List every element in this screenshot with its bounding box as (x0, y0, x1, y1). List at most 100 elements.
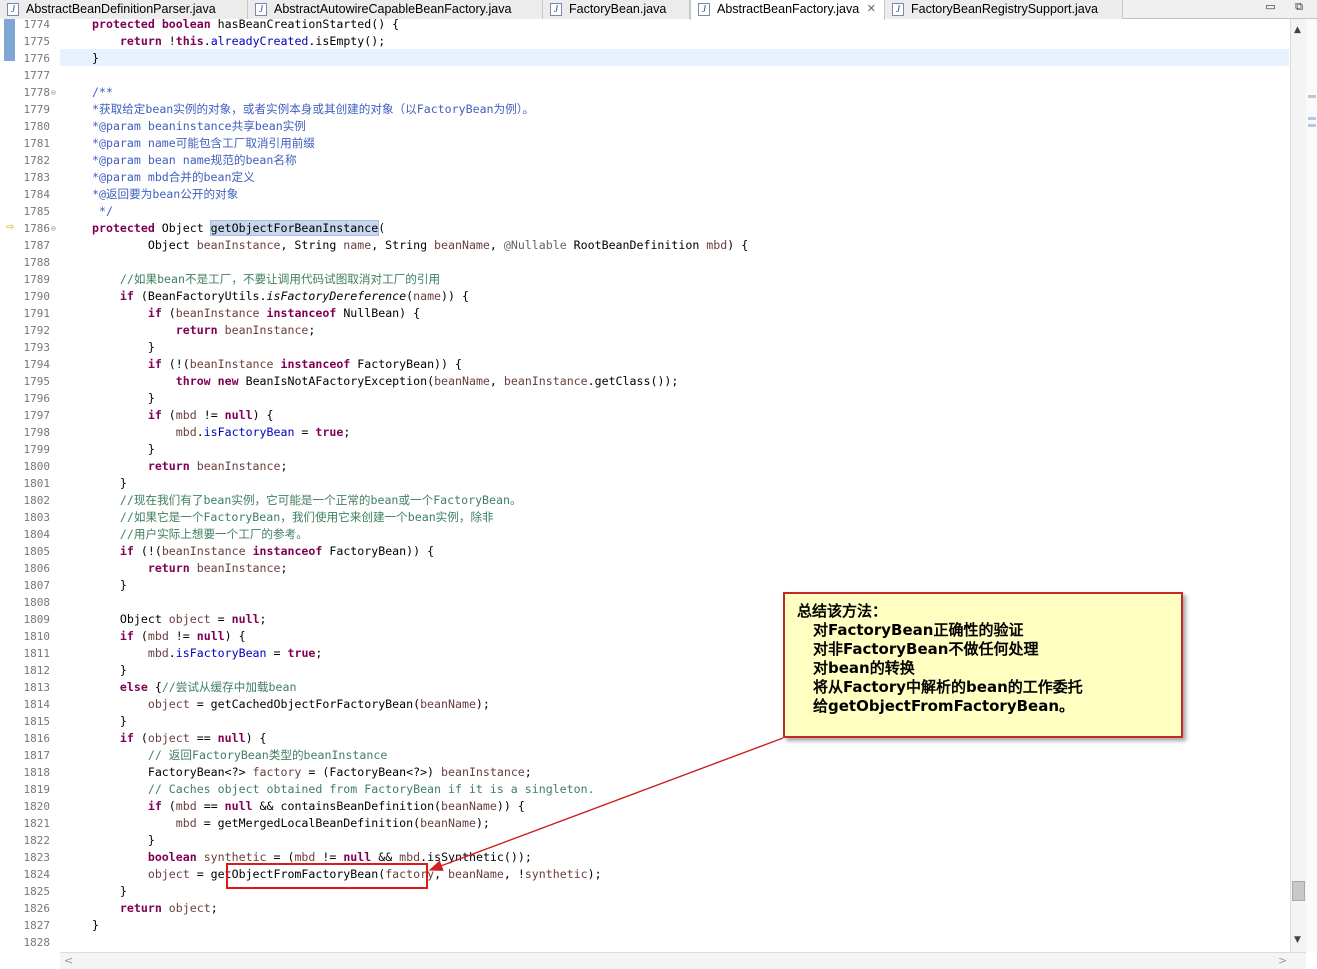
code-line[interactable]: *@param mbd合并的bean定义 (92, 169, 255, 186)
code-line[interactable]: } (92, 441, 155, 458)
code-line[interactable]: Object object = null; (92, 611, 267, 628)
scroll-down-icon[interactable]: ▼ (1294, 935, 1301, 945)
code-line[interactable]: return beanInstance; (92, 560, 288, 577)
overview-marker[interactable] (1308, 95, 1316, 98)
fold-toggle-icon[interactable]: ⊖ (51, 224, 56, 233)
code-line[interactable]: } (92, 577, 127, 594)
code-line[interactable]: // Caches object obtained from FactoryBe… (92, 781, 595, 798)
code-line[interactable]: } (92, 832, 155, 849)
code-token: = (294, 425, 316, 439)
line-number: 1828 (23, 936, 51, 949)
code-line[interactable]: } (92, 917, 99, 934)
scroll-right-icon[interactable]: > (1278, 954, 1287, 967)
code-line[interactable]: } (92, 475, 127, 492)
code-line[interactable]: // 返回FactoryBean类型的beanInstance (92, 747, 387, 764)
code-line[interactable]: return beanInstance; (92, 322, 316, 339)
code-line[interactable]: else {//尝试从缓存中加载bean (92, 679, 297, 696)
code-line[interactable]: if (BeanFactoryUtils.isFactoryDereferenc… (92, 288, 469, 305)
code-line[interactable]: } (92, 390, 155, 407)
code-line[interactable]: if (beanInstance instanceof NullBean) { (92, 305, 420, 322)
line-number: 1786 (23, 222, 51, 235)
line-number-ruler: 1774 1775 1776 1777 1778 ⊖ 1779 1780 1781 1782 178… (0, 18, 60, 952)
line-number: 1794 (23, 358, 51, 371)
code-token: (!( (161, 357, 190, 371)
code-line[interactable]: /** (92, 84, 113, 101)
code-line[interactable]: if (object == null) { (92, 730, 267, 747)
code-line[interactable]: mbd = getMergedLocalBeanDefinition(beanN… (92, 815, 490, 832)
scroll-up-icon[interactable]: ▲ (1294, 25, 1301, 35)
code-token: = getMergedLocalBeanDefinition( (196, 816, 421, 830)
overview-marker[interactable] (1308, 117, 1316, 120)
code-token: != (196, 408, 225, 422)
code-token: instanceof (266, 306, 337, 320)
horizontal-scrollbar[interactable]: < > (60, 952, 1306, 969)
code-line[interactable]: } (92, 662, 127, 679)
code-line[interactable]: protected Object getObjectForBeanInstanc… (92, 220, 385, 237)
line-number: 1776 (23, 52, 51, 65)
code-line[interactable]: protected boolean hasBeanCreationStarted… (92, 19, 399, 33)
tab-factory-bean-registry-support[interactable]: J FactoryBeanRegistrySupport.java (885, 0, 1123, 19)
tab-abstract-bean-factory[interactable]: J AbstractBeanFactory.java ✕ (690, 0, 885, 20)
fold-toggle-icon[interactable]: ⊖ (51, 88, 56, 97)
code-line[interactable]: } (92, 883, 127, 900)
code-line[interactable]: //用户实际上想要一个工厂的参考。 (92, 526, 308, 543)
code-line[interactable]: return beanInstance; (92, 458, 288, 475)
tab-factory-bean[interactable]: J FactoryBean.java (543, 0, 690, 19)
code-line[interactable]: object = getCachedObjectForFactoryBean(b… (92, 696, 490, 713)
overview-ruler[interactable] (1306, 19, 1317, 952)
code-editor[interactable]: protected boolean hasBeanCreationStarted… (60, 19, 1290, 952)
code-line[interactable]: } (92, 339, 155, 356)
code-token: ; (315, 646, 323, 660)
line-number: 1793 (23, 341, 51, 354)
line-number: 1781 (23, 137, 51, 150)
vertical-scrollbar[interactable]: ▲ ▼ (1290, 19, 1306, 952)
code-line[interactable]: return object; (92, 900, 218, 917)
code-line[interactable]: if (!(beanInstance instanceof FactoryBea… (92, 543, 434, 560)
code-line[interactable]: *获取给定bean实例的对象，或者实例本身或其创建的对象（以FactoryBea… (92, 101, 534, 118)
code-line[interactable]: if (!(beanInstance instanceof FactoryBea… (92, 356, 462, 373)
close-tab-icon[interactable]: ✕ (867, 0, 876, 18)
code-line[interactable]: //如果bean不是工厂，不要让调用代码试图取消对工厂的引用 (92, 271, 440, 288)
code-token: = getCachedObjectForFactoryBean( (189, 697, 421, 711)
line-number: 1827 (23, 919, 51, 932)
code-token: return (119, 901, 162, 915)
code-line[interactable]: mbd.isFactoryBean = true; (92, 645, 323, 662)
overview-marker[interactable] (1308, 124, 1316, 127)
code-token: == (196, 799, 225, 813)
code-line[interactable]: Object beanInstance, String name, String… (92, 237, 748, 254)
code-line[interactable]: //如果它是一个FactoryBean，我们使用它来创建一个bean实例，除非 (92, 509, 494, 526)
code-token: )) { (496, 799, 525, 813)
code-token: //现在我们有了bean实例，它可能是一个正常的bean或一个FactoryBe… (119, 493, 522, 507)
code-line[interactable]: *@param beaninstance共享bean实例 (92, 118, 306, 135)
code-line[interactable]: *@param bean name规范的bean名称 (92, 152, 297, 169)
code-line[interactable]: *@param name可能包含工厂取消引用前缀 (92, 135, 315, 152)
minimize-maximize-icons[interactable]: ▭ ⧉ (1265, 0, 1311, 14)
code-token: mbd (399, 850, 421, 864)
code-token: beanInstance (175, 306, 260, 320)
code-token: } (92, 476, 127, 490)
code-line[interactable]: if (mbd == null && containsBeanDefinitio… (92, 798, 525, 815)
code-line[interactable]: return !this.alreadyCreated.isEmpty(); (92, 33, 385, 50)
code-line[interactable]: //现在我们有了bean实例，它可能是一个正常的bean或一个FactoryBe… (92, 492, 522, 509)
scroll-left-icon[interactable]: < (64, 954, 73, 967)
code-line[interactable]: } (92, 50, 99, 67)
code-line[interactable]: throw new BeanIsNotAFactoryException(bea… (92, 373, 679, 390)
code-line[interactable]: *@返回要为bean公开的对象 (92, 186, 238, 203)
code-line[interactable]: FactoryBean<?> factory = (FactoryBean<?>… (92, 764, 532, 781)
code-line[interactable]: if (mbd != null) { (92, 407, 274, 424)
scroll-thumb[interactable] (1292, 881, 1305, 901)
code-line[interactable]: if (mbd != null) { (92, 628, 246, 645)
tab-abstract-autowire-capable-bean-factory[interactable]: J AbstractAutowireCapableBeanFactory.jav… (248, 0, 543, 19)
line-number: 1787 (23, 239, 51, 252)
code-line[interactable]: } (92, 713, 127, 730)
code-line[interactable]: mbd.isFactoryBean = true; (92, 424, 351, 441)
code-line[interactable]: */ (92, 203, 113, 220)
code-token: //如果它是一个FactoryBean，我们使用它来创建一个bean实例，除非 (119, 510, 494, 524)
code-token: beanInstance (224, 323, 309, 337)
